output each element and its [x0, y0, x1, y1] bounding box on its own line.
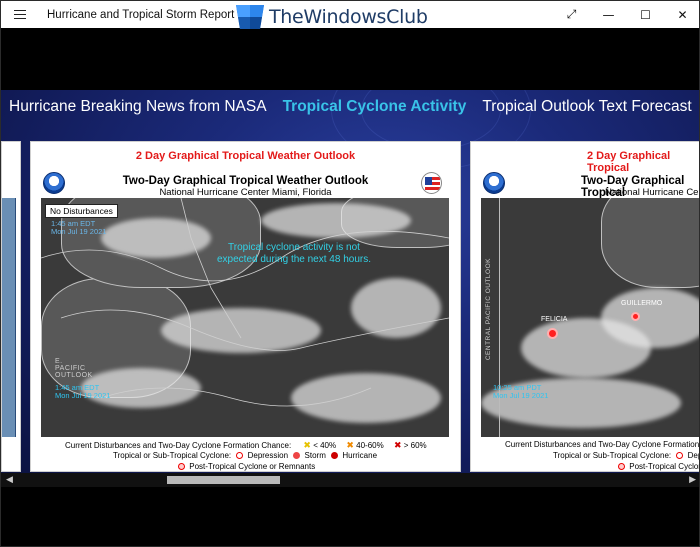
- tab-tropical-cyclone-activity[interactable]: Tropical Cyclone Activity: [283, 98, 467, 116]
- legend-chance-low: < 40%: [313, 441, 337, 450]
- satellite-image: CENTRAL PACIFIC OUTLOOK FELICIA GUILLERM…: [481, 198, 699, 437]
- post-tropical-icon: [178, 462, 185, 470]
- depression-icon: [676, 451, 684, 459]
- satellite-image: No Disturbances 1:45 am EDT Mon Jul 19 2…: [41, 198, 449, 437]
- scroll-right-arrow-icon[interactable]: ▶: [689, 474, 696, 485]
- legend-row-chances: Current Disturbances and Two-Day Cyclone…: [65, 440, 427, 451]
- outlook-title: Two-Day Graphical Tropical Weather Outlo…: [122, 175, 369, 187]
- scrollbar-thumb[interactable]: [167, 476, 280, 484]
- watermark-logo-icon: [233, 2, 267, 32]
- previous-map: [2, 198, 16, 437]
- app-window: Hurricane and Tropical Storm Report ⤢ — …: [0, 0, 700, 547]
- date-stamp-line: Mon Jul 19 2021: [55, 391, 111, 400]
- window-controls: ⤢ — ☐ ✕: [553, 1, 699, 28]
- legend-row-chances: Current Disturbances and Two-Day Cyclone…: [505, 440, 700, 449]
- post-tropical-icon: [618, 462, 625, 470]
- legend-row-cyclones: Tropical or Sub-Tropical Cyclone: Depr: [553, 451, 699, 460]
- depression-icon: [236, 451, 244, 459]
- restore-icon[interactable]: ⤢: [553, 1, 590, 28]
- tab-hurricane-news[interactable]: Hurricane Breaking News from NASA: [9, 98, 267, 116]
- close-button[interactable]: ✕: [664, 1, 699, 28]
- legend-row-post-tropical: Post-Tropical Cyclon: [615, 462, 700, 471]
- legend-post-tropical: Post-Tropical Cyclone or Remnants: [189, 462, 316, 471]
- previous-panel[interactable]: [1, 141, 21, 472]
- panel-header: 2 Day Graphical Tropical Weather Outlook: [135, 150, 356, 162]
- hamburger-menu-icon[interactable]: [1, 1, 39, 28]
- land-mass: [601, 198, 699, 288]
- scroll-left-arrow-icon[interactable]: ◀: [6, 474, 13, 485]
- storm-guillermo-icon[interactable]: [631, 312, 640, 321]
- legend-depression: Depression: [247, 451, 289, 460]
- legend-row-post-tropical: Post-Tropical Cyclone or Remnants: [175, 462, 315, 471]
- legend-label: Tropical or Sub-Tropical Cyclone:: [553, 451, 672, 460]
- region-label: E. PACIFIC OUTLOOK: [55, 358, 93, 379]
- legend-chance-mid: 40-60%: [356, 441, 384, 450]
- satellite-caption: 1:45 am EDT Mon Jul 19 2021: [51, 220, 106, 236]
- region-divider: [499, 198, 500, 437]
- chance-low-icon: ✖: [303, 440, 311, 450]
- tab-tropical-outlook-text[interactable]: Tropical Outlook Text Forecast: [482, 98, 691, 116]
- outlook-panel-atlantic[interactable]: 2 Day Graphical Tropical Weather Outlook…: [30, 141, 461, 472]
- storm-label-felicia: FELICIA: [541, 316, 568, 323]
- panel-header: 2 Day Graphical Tropical: [587, 150, 671, 174]
- cyclone-message: Tropical cyclone activity is not expecte…: [217, 242, 371, 265]
- region-label: CENTRAL PACIFIC OUTLOOK: [485, 258, 492, 361]
- legend-storm: Storm: [304, 451, 326, 460]
- chance-high-icon: ✖: [393, 440, 402, 450]
- legend-depression: Depr: [687, 451, 699, 460]
- legend-post-tropical: Post-Tropical Cyclon: [629, 462, 700, 471]
- watermark-text: TheWindowsClub: [269, 6, 428, 28]
- legend-chance-high: > 60%: [403, 441, 427, 450]
- legend-row-cyclones: Tropical or Sub-Tropical Cyclone: Depres…: [113, 451, 377, 460]
- minimize-button[interactable]: —: [590, 1, 627, 28]
- content-area: Hurricane Breaking News from NASA Tropic…: [1, 90, 700, 473]
- app-title: Hurricane and Tropical Storm Report: [47, 8, 235, 21]
- time-stamp: 10:25 am PDT Mon Jul 19 2021: [493, 384, 548, 400]
- no-disturbances-badge: No Disturbances: [45, 204, 118, 218]
- time-stamp: 1:45 am EDT Mon Jul 19 2021: [55, 384, 110, 400]
- noaa-logo-icon: [483, 172, 505, 194]
- outlook-subtitle: National Hurricane Cent: [605, 187, 700, 198]
- legend-hurricane: Hurricane: [342, 451, 378, 460]
- hurricane-icon: [331, 451, 339, 459]
- watermark: TheWindowsClub: [233, 2, 428, 32]
- cloud: [601, 288, 699, 348]
- maximize-button[interactable]: ☐: [627, 1, 664, 28]
- header-band: [1, 28, 699, 90]
- hurricane-felicia-icon[interactable]: [547, 328, 558, 339]
- horizontal-scrollbar[interactable]: ◀ ▶: [1, 473, 699, 487]
- caption-line: Mon Jul 19 2021: [51, 227, 107, 236]
- storm-label-guillermo: GUILLERMO: [621, 300, 663, 307]
- legend-label: Tropical or Sub-Tropical Cyclone:: [113, 451, 232, 460]
- chance-mid-icon: ✖: [346, 440, 354, 450]
- storm-icon: [293, 451, 301, 459]
- tab-bar: Hurricane Breaking News from NASA Tropic…: [9, 98, 692, 116]
- footer-area: [1, 487, 699, 546]
- outlook-subtitle: National Hurricane Center Miami, Florida: [159, 187, 332, 198]
- date-stamp-line: Mon Jul 19 2021: [493, 391, 549, 400]
- legend-label: Current Disturbances and Two-Day Cyclone…: [65, 441, 292, 450]
- outlook-panel-pacific[interactable]: 2 Day Graphical Tropical Two-Day Graphic…: [470, 141, 700, 472]
